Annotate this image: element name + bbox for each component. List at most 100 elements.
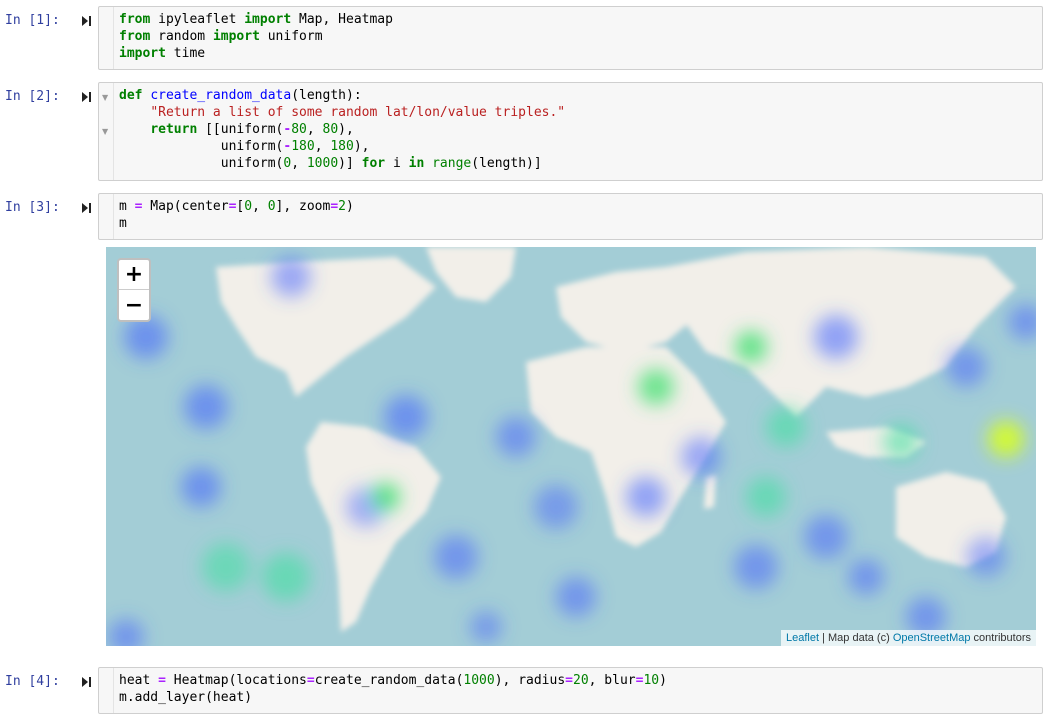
leaflet-link[interactable]: Leaflet — [786, 632, 819, 644]
cell-gutter — [99, 7, 114, 69]
run-cell-icon — [82, 16, 91, 26]
code-line: def create_random_data(length): — [119, 87, 565, 104]
cell-gutter — [99, 668, 114, 713]
cell-1-code[interactable]: from ipyleaflet import Map, Heatmap from … — [119, 11, 393, 62]
openstreetmap-link[interactable]: OpenStreetMap — [893, 632, 971, 644]
code-token: m — [119, 199, 135, 214]
code-cell-1[interactable]: from ipyleaflet import Map, Heatmap from … — [98, 6, 1043, 70]
code-line: "Return a list of some random lat/lon/va… — [119, 104, 565, 121]
code-token: 2 — [338, 199, 346, 214]
code-token: Heatmap(locations — [165, 673, 307, 688]
code-token: ipyleaflet — [150, 12, 245, 27]
cell-gutter: ▼ ▼ — [99, 83, 114, 180]
code-token: from — [119, 29, 151, 44]
run-cell-icon — [82, 203, 91, 213]
run-cell-icon — [82, 677, 91, 687]
code-token: [[uniform( — [197, 122, 284, 137]
code-token: , blur — [588, 673, 636, 688]
code-line: from ipyleaflet import Map, Heatmap — [119, 11, 393, 28]
code-token: i — [385, 156, 409, 171]
code-token: create_random_data( — [314, 673, 464, 688]
cell-4-code[interactable]: heat = Heatmap(locations=create_random_d… — [119, 672, 667, 706]
code-token: Map, Heatmap — [291, 12, 393, 27]
code-line: m.add_layer(heat) — [119, 689, 667, 706]
code-token: , — [314, 139, 331, 154]
run-cell-1-button[interactable] — [80, 15, 92, 27]
leaflet-map[interactable]: + − Leaflet | Map data (c) OpenStreetMap… — [106, 247, 1036, 646]
code-token: import — [119, 46, 166, 61]
code-token: time — [165, 46, 206, 61]
code-line: uniform(-180, 180), — [119, 138, 565, 155]
code-token: uniform( — [119, 139, 284, 154]
zoom-control: + − — [117, 258, 151, 322]
code-token: )] — [338, 156, 362, 171]
attribution-suffix: contributors — [970, 632, 1031, 644]
code-token: create_random_data — [150, 88, 292, 103]
code-line: m — [119, 215, 354, 232]
code-token: m.add_layer(heat) — [119, 690, 253, 705]
code-cell-3[interactable]: m = Map(center=[0, 0], zoom=2) m — [98, 193, 1043, 240]
fold-arrow-icon[interactable]: ▼ — [102, 127, 108, 136]
run-cell-2-button[interactable] — [80, 91, 92, 103]
code-token: Map(center — [142, 199, 229, 214]
zoom-out-button[interactable]: − — [119, 290, 149, 320]
code-line: return [[uniform(-80, 80), — [119, 121, 565, 138]
code-token: ), radius — [494, 673, 566, 688]
fold-arrow-icon[interactable]: ▼ — [102, 93, 108, 102]
code-token: in — [408, 156, 425, 171]
attribution-separator: | Map data (c) — [819, 632, 893, 644]
code-line: from random import uniform — [119, 28, 393, 45]
code-token: , — [306, 122, 323, 137]
code-token: 80 — [291, 122, 307, 137]
code-cell-2[interactable]: ▼ ▼ def create_random_data(length): "Ret… — [98, 82, 1043, 181]
code-token: ), — [338, 122, 354, 137]
cell-3-code[interactable]: m = Map(center=[0, 0], zoom=2) m — [119, 198, 354, 232]
cell-4-prompt: In [4]: — [5, 674, 60, 689]
code-token: for — [361, 156, 386, 171]
cell-1-prompt: In [1]: — [5, 13, 60, 28]
code-token: ) — [659, 673, 667, 688]
code-token: heat — [119, 673, 159, 688]
code-token: 0 — [244, 199, 253, 214]
heatmap-canvas[interactable] — [106, 247, 1036, 646]
code-token: random — [150, 29, 213, 44]
code-token: (length): — [291, 88, 362, 103]
code-token: ) — [346, 199, 354, 214]
code-token: ], zoom — [275, 199, 331, 214]
map-attribution: Leaflet | Map data (c) OpenStreetMap con… — [781, 630, 1036, 646]
cell-gutter — [99, 194, 114, 239]
zoom-in-button[interactable]: + — [119, 260, 149, 290]
code-line: import time — [119, 45, 393, 62]
cell-2-prompt: In [2]: — [5, 89, 60, 104]
code-token: (length)] — [471, 156, 542, 171]
code-line: m = Map(center=[0, 0], zoom=2) — [119, 198, 354, 215]
cell-3-prompt: In [3]: — [5, 200, 60, 215]
code-token: , — [252, 199, 268, 214]
code-token: 1000 — [463, 673, 495, 688]
code-token: = — [330, 199, 339, 214]
code-token: 20 — [573, 673, 589, 688]
code-token: = — [158, 673, 166, 688]
code-token: 10 — [643, 673, 660, 688]
code-token: 80 — [322, 122, 339, 137]
run-cell-3-button[interactable] — [80, 202, 92, 214]
run-cell-4-button[interactable] — [80, 676, 92, 688]
code-token: m — [119, 216, 127, 231]
code-token: = — [306, 673, 315, 688]
code-token: import — [244, 12, 292, 27]
code-token: = — [565, 673, 573, 688]
code-line: uniform(0, 1000)] for i in range(length)… — [119, 155, 565, 172]
code-cell-4[interactable]: heat = Heatmap(locations=create_random_d… — [98, 667, 1043, 714]
run-cell-icon — [82, 92, 91, 102]
code-token: 180 — [291, 139, 315, 154]
code-token: 180 — [330, 139, 354, 154]
code-token: return — [150, 122, 198, 137]
code-token: 0 — [267, 199, 276, 214]
code-token: uniform — [259, 29, 323, 44]
code-token: , — [291, 156, 307, 171]
code-token: from — [119, 12, 151, 27]
cell-2-code[interactable]: def create_random_data(length): "Return … — [119, 87, 565, 172]
